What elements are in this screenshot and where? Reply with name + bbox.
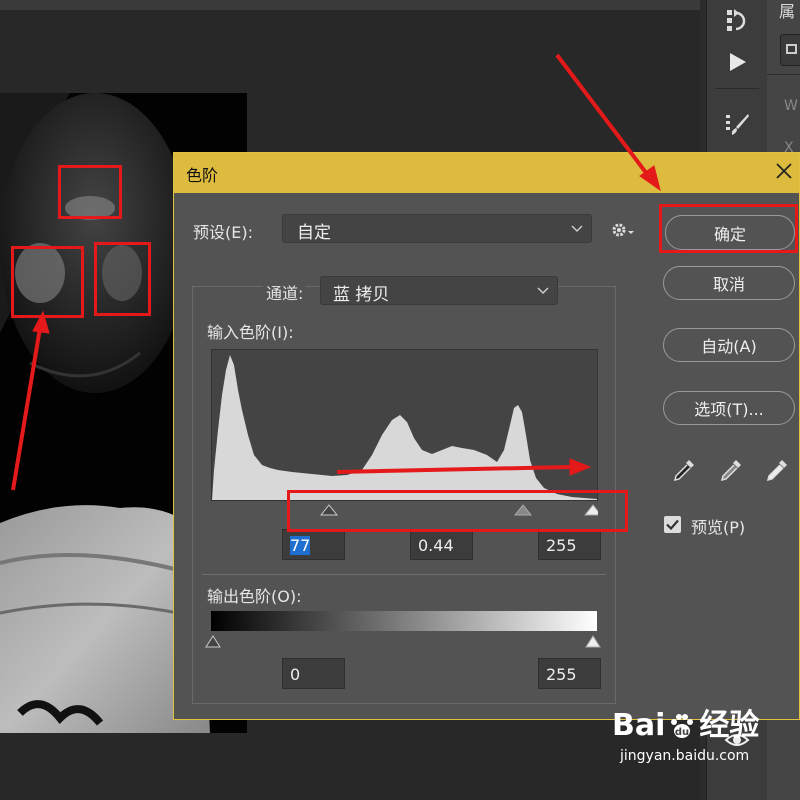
- input-gamma-value: 0.44: [418, 536, 454, 555]
- histogram-graph: [212, 355, 597, 500]
- cancel-button[interactable]: 取消: [663, 266, 795, 300]
- output-white-slider-handle: [585, 635, 601, 648]
- input-white-value: 255: [546, 536, 577, 555]
- output-white-value: 255: [546, 665, 577, 684]
- watermark-url: jingyan.baidu.com: [620, 748, 750, 764]
- input-levels-label: 输入色阶(I):: [207, 323, 294, 342]
- svg-text:du: du: [675, 727, 689, 738]
- input-black-field[interactable]: 77: [282, 529, 345, 560]
- input-white-field[interactable]: 255: [538, 529, 601, 560]
- play-icon[interactable]: [719, 44, 755, 80]
- preview-checkbox[interactable]: [664, 516, 681, 533]
- channel-value: 蓝 拷贝: [333, 285, 390, 305]
- output-gradient-bar: [211, 611, 597, 631]
- preview-label[interactable]: 预览(P): [691, 514, 745, 538]
- annotation-box-forehead: [58, 165, 122, 219]
- preset-select[interactable]: 自定: [282, 214, 592, 243]
- annotation-box-left-cheek: [11, 246, 84, 318]
- panel-divider: [767, 74, 800, 75]
- options-button-label: 选项(T)...: [694, 400, 764, 419]
- preset-value: 自定: [297, 223, 331, 243]
- annotation-box-ok: [659, 204, 798, 253]
- brush-settings-icon[interactable]: [719, 106, 755, 142]
- gear-icon[interactable]: [610, 220, 636, 240]
- annotation-box-sliders: [287, 490, 628, 532]
- properties-thumb[interactable]: [780, 34, 800, 66]
- output-black-value: 0: [290, 665, 301, 684]
- section-divider: [202, 574, 606, 575]
- eyedropper-black-icon[interactable]: [671, 457, 697, 483]
- channel-select[interactable]: 蓝 拷贝: [320, 276, 558, 305]
- eyedropper-gray-icon[interactable]: [718, 457, 744, 483]
- output-black-slider-handle: [205, 635, 221, 648]
- annotation-box-right-cheek: [94, 242, 151, 316]
- output-black-field[interactable]: 0: [282, 658, 345, 689]
- dialog-title-bar[interactable]: [174, 153, 799, 193]
- input-gamma-field[interactable]: 0.44: [410, 529, 473, 560]
- output-levels-slider-track[interactable]: [205, 631, 603, 649]
- input-black-value: 77: [290, 536, 311, 555]
- auto-button-label: 自动(A): [701, 337, 757, 356]
- preset-label: 预设(E):: [193, 223, 253, 242]
- properties-tab-label[interactable]: 属: [779, 0, 795, 22]
- dialog-title: 色阶: [186, 166, 219, 185]
- close-icon[interactable]: [774, 161, 798, 185]
- chevron-down-icon: [571, 225, 583, 233]
- paw-icon: du: [667, 711, 697, 741]
- watermark-brand-right: 经验: [699, 708, 760, 743]
- histogram: [211, 349, 598, 501]
- history-icon[interactable]: [719, 2, 755, 38]
- baidu-watermark: Bai du 经验 jingyan.baidu.com: [612, 708, 760, 765]
- eyedropper-white-icon[interactable]: [764, 457, 790, 483]
- output-levels-label: 输出色阶(O):: [207, 587, 302, 606]
- cancel-button-label: 取消: [712, 275, 745, 294]
- watermark-brand-left: Bai: [612, 708, 666, 743]
- tool-separator: [715, 88, 759, 89]
- width-label: W: [784, 98, 798, 114]
- channel-label: 通道:: [263, 280, 307, 304]
- chevron-down-icon: [537, 287, 549, 295]
- document-tab-strip: [0, 0, 700, 10]
- output-white-field[interactable]: 255: [538, 658, 601, 689]
- auto-button[interactable]: 自动(A): [663, 328, 795, 362]
- options-button[interactable]: 选项(T)...: [663, 391, 795, 425]
